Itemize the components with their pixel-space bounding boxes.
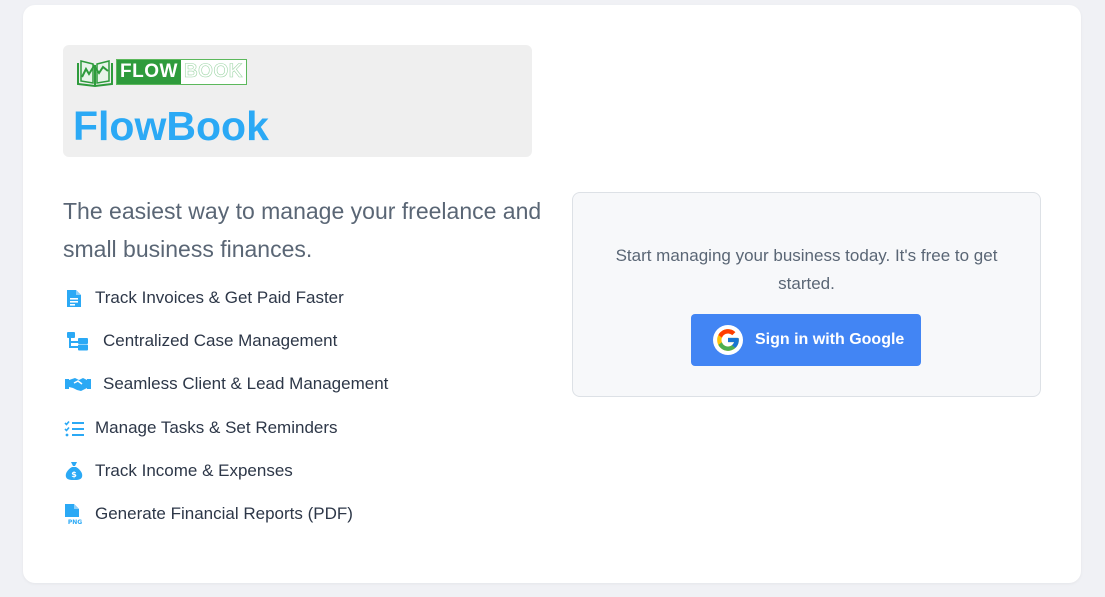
- google-icon: [713, 325, 743, 355]
- feature-item-clients: Seamless Client & Lead Management: [61, 371, 388, 397]
- tagline: The easiest way to manage your freelance…: [63, 198, 542, 262]
- brand-header: FLOW BOOK FlowBook: [63, 45, 532, 157]
- feature-label: Track Income & Expenses: [95, 461, 293, 480]
- feature-label: Seamless Client & Lead Management: [103, 374, 389, 393]
- page-title: FlowBook: [73, 103, 269, 149]
- png-file-icon: PNG: [61, 503, 87, 525]
- flowbook-logo: FLOW BOOK: [76, 57, 247, 87]
- feature-label: Generate Financial Reports (PDF): [95, 504, 353, 523]
- book-chart-icon: [77, 60, 113, 87]
- signin-panel: Start managing your business today. It's…: [572, 192, 1041, 397]
- login-card: FLOW BOOK FlowBook The easiest way to ma…: [23, 5, 1081, 583]
- folder-tree-icon: [61, 331, 95, 351]
- invoice-file-icon: [61, 289, 87, 308]
- money-bag-icon: $: [61, 461, 87, 481]
- feature-label: Track Invoices & Get Paid Faster: [95, 288, 344, 307]
- feature-item-tasks: Manage Tasks & Set Reminders: [61, 415, 338, 441]
- feature-label: Centralized Case Management: [103, 331, 338, 350]
- feature-label: Manage Tasks & Set Reminders: [95, 418, 338, 437]
- google-signin-label: Sign in with Google: [755, 331, 905, 348]
- feature-item-income: $ Track Income & Expenses: [61, 458, 293, 484]
- signin-prompt: Start managing your business today. It's…: [615, 246, 998, 293]
- feature-item-invoices: Track Invoices & Get Paid Faster: [61, 285, 344, 311]
- handshake-icon: [61, 375, 95, 393]
- feature-item-cases: Centralized Case Management: [61, 328, 337, 354]
- logo-flow-text: FLOW: [117, 60, 181, 84]
- svg-text:$: $: [71, 470, 77, 479]
- svg-text:PNG: PNG: [68, 519, 82, 525]
- logo-book-text: BOOK: [180, 60, 246, 84]
- task-list-icon: [61, 420, 87, 437]
- feature-item-reports: PNG Generate Financial Reports (PDF): [61, 501, 353, 527]
- google-signin-button[interactable]: Sign in with Google: [691, 314, 921, 366]
